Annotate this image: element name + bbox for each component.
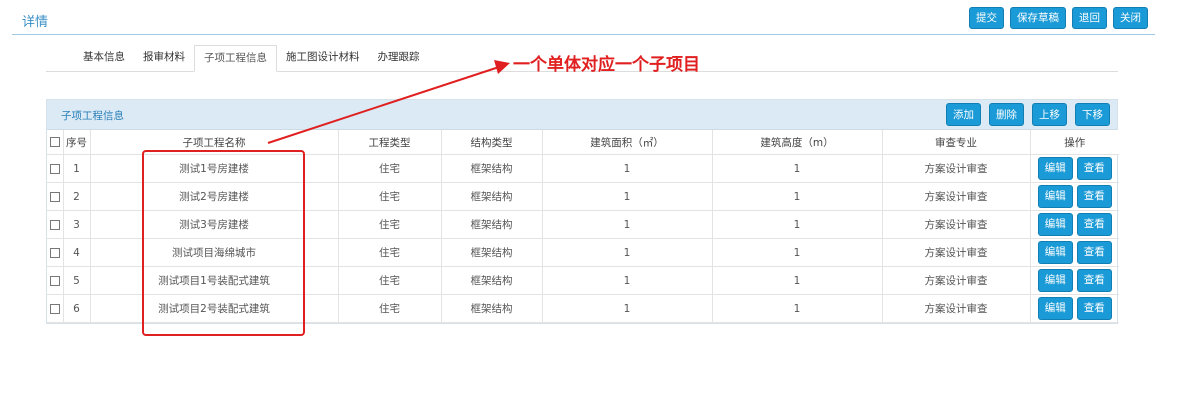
col-header-structure: 结构类型 <box>441 130 543 155</box>
move-up-button[interactable]: 上移 <box>1032 103 1067 126</box>
row-checkbox[interactable] <box>49 247 60 258</box>
row-review: 方案设计审查 <box>882 294 1031 323</box>
row-review: 方案设计审查 <box>882 266 1031 295</box>
row-actions-cell: 编辑 查看 <box>1030 238 1119 267</box>
panel-actions: 添加 删除 上移 下移 <box>946 103 1110 126</box>
row-height: 1 <box>712 294 883 323</box>
row-review: 方案设计审查 <box>882 182 1031 211</box>
annotation-text: 一个单体对应一个子项目 <box>513 55 700 75</box>
row-area: 1 <box>542 182 713 211</box>
close-button[interactable]: 关闭 <box>1113 7 1148 29</box>
edit-button[interactable]: 编辑 <box>1037 297 1073 320</box>
row-no: 2 <box>63 182 91 211</box>
row-checkbox[interactable] <box>49 219 60 230</box>
col-header-no: 序号 <box>63 130 91 155</box>
col-header-actions: 操作 <box>1030 130 1119 155</box>
col-header-review: 审查专业 <box>882 130 1031 155</box>
tab-tracking[interactable]: 办理跟踪 <box>369 45 429 70</box>
panel-title: 子项工程信息 <box>61 110 124 122</box>
row-actions-cell: 编辑 查看 <box>1030 294 1119 323</box>
row-structure: 框架结构 <box>441 238 543 267</box>
row-select-cell <box>47 266 64 295</box>
tab-spacer <box>46 45 74 71</box>
tab-design-materials[interactable]: 施工图设计材料 <box>277 45 369 70</box>
row-review: 方案设计审查 <box>882 210 1031 239</box>
name-highlight-box <box>142 150 305 336</box>
tab-review-materials[interactable]: 报审材料 <box>134 45 194 70</box>
panel-header: 子项工程信息 添加 删除 上移 下移 <box>47 100 1117 130</box>
edit-button[interactable]: 编辑 <box>1037 241 1073 264</box>
row-no: 5 <box>63 266 91 295</box>
row-select-cell <box>47 238 64 267</box>
row-structure: 框架结构 <box>441 210 543 239</box>
row-area: 1 <box>542 266 713 295</box>
view-button[interactable]: 查看 <box>1076 269 1112 292</box>
row-no: 1 <box>63 154 91 183</box>
row-no: 6 <box>63 294 91 323</box>
delete-button[interactable]: 删除 <box>989 103 1024 126</box>
page-title: 详情 <box>22 15 49 30</box>
view-button[interactable]: 查看 <box>1076 241 1112 264</box>
select-all-cell <box>47 130 64 155</box>
tab-basic-info[interactable]: 基本信息 <box>74 45 134 70</box>
row-area: 1 <box>542 210 713 239</box>
row-checkbox[interactable] <box>49 275 60 286</box>
add-button[interactable]: 添加 <box>946 103 981 126</box>
row-type: 住宅 <box>338 210 442 239</box>
row-area: 1 <box>542 238 713 267</box>
col-header-type: 工程类型 <box>338 130 442 155</box>
row-select-cell <box>47 154 64 183</box>
row-area: 1 <box>542 154 713 183</box>
row-type: 住宅 <box>338 154 442 183</box>
row-type: 住宅 <box>338 266 442 295</box>
view-button[interactable]: 查看 <box>1076 213 1112 236</box>
row-review: 方案设计审查 <box>882 238 1031 267</box>
row-height: 1 <box>712 182 883 211</box>
view-button[interactable]: 查看 <box>1076 297 1112 320</box>
row-height: 1 <box>712 266 883 295</box>
col-header-height: 建筑高度（m） <box>712 130 883 155</box>
row-type: 住宅 <box>338 182 442 211</box>
row-checkbox[interactable] <box>49 303 60 314</box>
header-actions: 提交 保存草稿 退回 关闭 <box>969 7 1148 29</box>
title-divider <box>12 34 1155 35</box>
edit-button[interactable]: 编辑 <box>1037 213 1073 236</box>
row-height: 1 <box>712 154 883 183</box>
row-checkbox[interactable] <box>49 163 60 174</box>
edit-button[interactable]: 编辑 <box>1037 269 1073 292</box>
edit-button[interactable]: 编辑 <box>1037 185 1073 208</box>
row-structure: 框架结构 <box>441 182 543 211</box>
row-actions-cell: 编辑 查看 <box>1030 210 1119 239</box>
row-structure: 框架结构 <box>441 154 543 183</box>
return-button[interactable]: 退回 <box>1072 7 1107 29</box>
tab-subproject-info[interactable]: 子项工程信息 <box>194 45 277 72</box>
row-structure: 框架结构 <box>441 294 543 323</box>
row-height: 1 <box>712 210 883 239</box>
submit-button[interactable]: 提交 <box>969 7 1004 29</box>
row-height: 1 <box>712 238 883 267</box>
col-header-area: 建筑面积（㎡） <box>542 130 713 155</box>
save-draft-button[interactable]: 保存草稿 <box>1010 7 1066 29</box>
row-review: 方案设计审查 <box>882 154 1031 183</box>
row-select-cell <box>47 182 64 211</box>
select-all-checkbox[interactable] <box>49 137 60 147</box>
edit-button[interactable]: 编辑 <box>1037 157 1073 180</box>
view-button[interactable]: 查看 <box>1076 157 1112 180</box>
row-actions-cell: 编辑 查看 <box>1030 154 1119 183</box>
row-no: 4 <box>63 238 91 267</box>
row-actions-cell: 编辑 查看 <box>1030 266 1119 295</box>
row-no: 3 <box>63 210 91 239</box>
row-type: 住宅 <box>338 294 442 323</box>
row-checkbox[interactable] <box>49 191 60 202</box>
row-type: 住宅 <box>338 238 442 267</box>
row-actions-cell: 编辑 查看 <box>1030 182 1119 211</box>
view-button[interactable]: 查看 <box>1076 185 1112 208</box>
row-area: 1 <box>542 294 713 323</box>
move-down-button[interactable]: 下移 <box>1075 103 1110 126</box>
row-structure: 框架结构 <box>441 266 543 295</box>
row-select-cell <box>47 210 64 239</box>
row-select-cell <box>47 294 64 323</box>
